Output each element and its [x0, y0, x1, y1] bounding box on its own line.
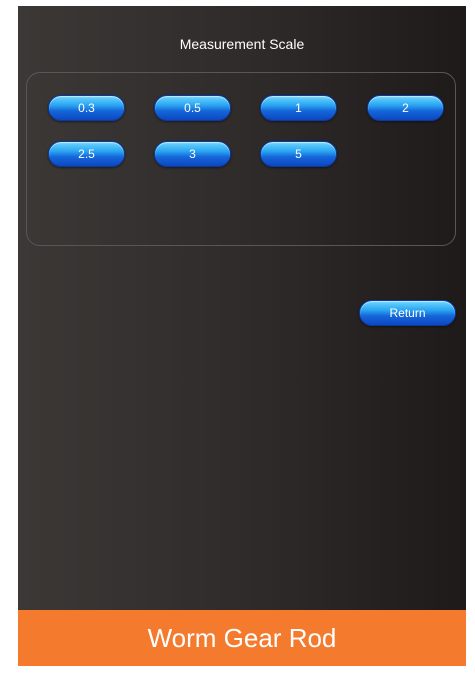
screen-title: Measurement Scale — [179, 36, 305, 52]
scale-option-3[interactable]: 3 — [154, 141, 231, 167]
footer-banner: Worm Gear Rod — [18, 610, 466, 666]
scale-option-0.5[interactable]: 0.5 — [154, 95, 231, 121]
scale-option-0.3[interactable]: 0.3 — [48, 95, 125, 121]
device-screen: Measurement Scale 0.3 0.5 1 2 2.5 3 5 Re… — [18, 6, 466, 610]
scale-options-panel: 0.3 0.5 1 2 2.5 3 5 — [26, 72, 456, 246]
scale-option-1[interactable]: 1 — [260, 95, 337, 121]
scale-option-2.5[interactable]: 2.5 — [48, 141, 125, 167]
scale-option-5[interactable]: 5 — [260, 141, 337, 167]
return-button[interactable]: Return — [359, 300, 456, 326]
scale-option-2[interactable]: 2 — [367, 95, 444, 121]
